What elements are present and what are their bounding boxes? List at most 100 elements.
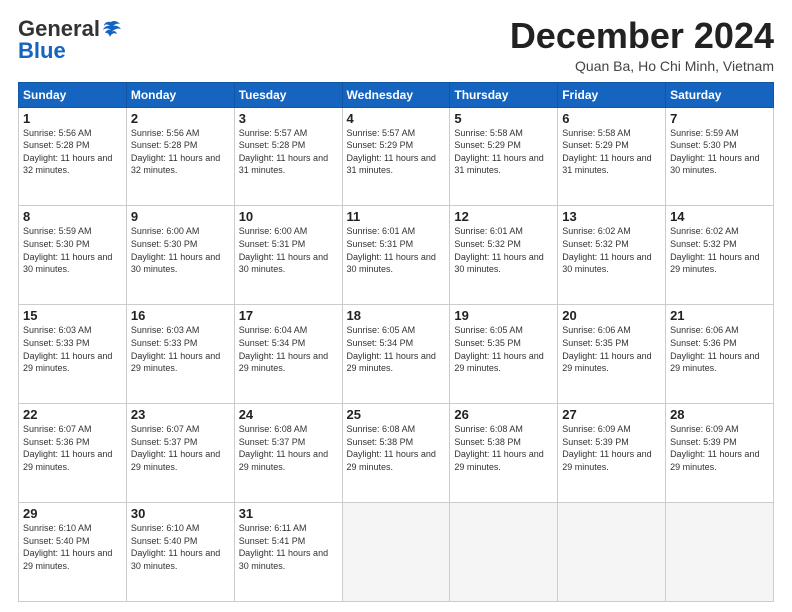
calendar-week-row: 15 Sunrise: 6:03 AM Sunset: 5:33 PM Dayl…	[19, 305, 774, 404]
day-number: 22	[23, 407, 122, 422]
calendar-day: 28 Sunrise: 6:09 AM Sunset: 5:39 PM Dayl…	[666, 404, 774, 503]
day-info: Sunrise: 5:56 AM Sunset: 5:28 PM Dayligh…	[23, 127, 122, 177]
day-number: 12	[454, 209, 553, 224]
calendar-day: 10 Sunrise: 6:00 AM Sunset: 5:31 PM Dayl…	[234, 206, 342, 305]
day-number: 27	[562, 407, 661, 422]
day-number: 19	[454, 308, 553, 323]
calendar-day: 30 Sunrise: 6:10 AM Sunset: 5:40 PM Dayl…	[126, 503, 234, 602]
title-section: December 2024 Quan Ba, Ho Chi Minh, Viet…	[510, 16, 774, 74]
header-friday: Friday	[558, 82, 666, 107]
day-info: Sunrise: 6:05 AM Sunset: 5:35 PM Dayligh…	[454, 324, 553, 374]
calendar-day: 24 Sunrise: 6:08 AM Sunset: 5:37 PM Dayl…	[234, 404, 342, 503]
calendar-week-row: 29 Sunrise: 6:10 AM Sunset: 5:40 PM Dayl…	[19, 503, 774, 602]
day-info: Sunrise: 6:06 AM Sunset: 5:36 PM Dayligh…	[670, 324, 769, 374]
calendar-day: 27 Sunrise: 6:09 AM Sunset: 5:39 PM Dayl…	[558, 404, 666, 503]
calendar-day: 29 Sunrise: 6:10 AM Sunset: 5:40 PM Dayl…	[19, 503, 127, 602]
calendar-day: 21 Sunrise: 6:06 AM Sunset: 5:36 PM Dayl…	[666, 305, 774, 404]
day-number: 1	[23, 111, 122, 126]
day-number: 31	[239, 506, 338, 521]
calendar-day: 2 Sunrise: 5:56 AM Sunset: 5:28 PM Dayli…	[126, 107, 234, 206]
day-number: 29	[23, 506, 122, 521]
day-info: Sunrise: 6:01 AM Sunset: 5:31 PM Dayligh…	[347, 225, 446, 275]
day-number: 8	[23, 209, 122, 224]
calendar-day: 15 Sunrise: 6:03 AM Sunset: 5:33 PM Dayl…	[19, 305, 127, 404]
day-number: 10	[239, 209, 338, 224]
calendar-day: 26 Sunrise: 6:08 AM Sunset: 5:38 PM Dayl…	[450, 404, 558, 503]
calendar-day: 8 Sunrise: 5:59 AM Sunset: 5:30 PM Dayli…	[19, 206, 127, 305]
page: General Blue December 2024 Quan Ba, Ho C…	[0, 0, 792, 612]
header-sunday: Sunday	[19, 82, 127, 107]
calendar-day: 9 Sunrise: 6:00 AM Sunset: 5:30 PM Dayli…	[126, 206, 234, 305]
day-info: Sunrise: 6:02 AM Sunset: 5:32 PM Dayligh…	[562, 225, 661, 275]
day-number: 6	[562, 111, 661, 126]
day-number: 16	[131, 308, 230, 323]
logo-bird-icon	[100, 20, 122, 38]
calendar-day: 6 Sunrise: 5:58 AM Sunset: 5:29 PM Dayli…	[558, 107, 666, 206]
calendar-day: 5 Sunrise: 5:58 AM Sunset: 5:29 PM Dayli…	[450, 107, 558, 206]
day-info: Sunrise: 6:08 AM Sunset: 5:37 PM Dayligh…	[239, 423, 338, 473]
calendar-day: 22 Sunrise: 6:07 AM Sunset: 5:36 PM Dayl…	[19, 404, 127, 503]
calendar-day: 20 Sunrise: 6:06 AM Sunset: 5:35 PM Dayl…	[558, 305, 666, 404]
header-tuesday: Tuesday	[234, 82, 342, 107]
day-number: 30	[131, 506, 230, 521]
day-number: 11	[347, 209, 446, 224]
day-info: Sunrise: 6:04 AM Sunset: 5:34 PM Dayligh…	[239, 324, 338, 374]
day-info: Sunrise: 5:56 AM Sunset: 5:28 PM Dayligh…	[131, 127, 230, 177]
day-number: 2	[131, 111, 230, 126]
day-number: 3	[239, 111, 338, 126]
day-info: Sunrise: 6:09 AM Sunset: 5:39 PM Dayligh…	[670, 423, 769, 473]
calendar-day	[558, 503, 666, 602]
day-number: 17	[239, 308, 338, 323]
header: General Blue December 2024 Quan Ba, Ho C…	[18, 16, 774, 74]
calendar-day: 18 Sunrise: 6:05 AM Sunset: 5:34 PM Dayl…	[342, 305, 450, 404]
day-number: 18	[347, 308, 446, 323]
day-info: Sunrise: 6:05 AM Sunset: 5:34 PM Dayligh…	[347, 324, 446, 374]
day-number: 14	[670, 209, 769, 224]
day-number: 23	[131, 407, 230, 422]
day-info: Sunrise: 5:57 AM Sunset: 5:29 PM Dayligh…	[347, 127, 446, 177]
calendar-day: 13 Sunrise: 6:02 AM Sunset: 5:32 PM Dayl…	[558, 206, 666, 305]
day-number: 5	[454, 111, 553, 126]
day-info: Sunrise: 5:59 AM Sunset: 5:30 PM Dayligh…	[23, 225, 122, 275]
calendar-day: 3 Sunrise: 5:57 AM Sunset: 5:28 PM Dayli…	[234, 107, 342, 206]
calendar-day: 11 Sunrise: 6:01 AM Sunset: 5:31 PM Dayl…	[342, 206, 450, 305]
calendar-day: 12 Sunrise: 6:01 AM Sunset: 5:32 PM Dayl…	[450, 206, 558, 305]
day-number: 4	[347, 111, 446, 126]
day-number: 21	[670, 308, 769, 323]
day-info: Sunrise: 5:58 AM Sunset: 5:29 PM Dayligh…	[562, 127, 661, 177]
day-info: Sunrise: 6:10 AM Sunset: 5:40 PM Dayligh…	[23, 522, 122, 572]
day-info: Sunrise: 6:07 AM Sunset: 5:36 PM Dayligh…	[23, 423, 122, 473]
calendar-header-row: Sunday Monday Tuesday Wednesday Thursday…	[19, 82, 774, 107]
calendar-day: 19 Sunrise: 6:05 AM Sunset: 5:35 PM Dayl…	[450, 305, 558, 404]
calendar-table: Sunday Monday Tuesday Wednesday Thursday…	[18, 82, 774, 602]
calendar-day: 31 Sunrise: 6:11 AM Sunset: 5:41 PM Dayl…	[234, 503, 342, 602]
day-info: Sunrise: 6:08 AM Sunset: 5:38 PM Dayligh…	[347, 423, 446, 473]
day-info: Sunrise: 5:57 AM Sunset: 5:28 PM Dayligh…	[239, 127, 338, 177]
day-number: 25	[347, 407, 446, 422]
header-saturday: Saturday	[666, 82, 774, 107]
month-title: December 2024	[510, 16, 774, 56]
subtitle: Quan Ba, Ho Chi Minh, Vietnam	[510, 58, 774, 74]
calendar-day	[666, 503, 774, 602]
logo: General Blue	[18, 16, 122, 64]
day-info: Sunrise: 6:07 AM Sunset: 5:37 PM Dayligh…	[131, 423, 230, 473]
calendar-day: 14 Sunrise: 6:02 AM Sunset: 5:32 PM Dayl…	[666, 206, 774, 305]
calendar-day: 17 Sunrise: 6:04 AM Sunset: 5:34 PM Dayl…	[234, 305, 342, 404]
day-number: 24	[239, 407, 338, 422]
day-info: Sunrise: 6:00 AM Sunset: 5:31 PM Dayligh…	[239, 225, 338, 275]
calendar-week-row: 8 Sunrise: 5:59 AM Sunset: 5:30 PM Dayli…	[19, 206, 774, 305]
header-thursday: Thursday	[450, 82, 558, 107]
day-info: Sunrise: 6:03 AM Sunset: 5:33 PM Dayligh…	[23, 324, 122, 374]
header-wednesday: Wednesday	[342, 82, 450, 107]
calendar-week-row: 22 Sunrise: 6:07 AM Sunset: 5:36 PM Dayl…	[19, 404, 774, 503]
calendar-day: 4 Sunrise: 5:57 AM Sunset: 5:29 PM Dayli…	[342, 107, 450, 206]
day-info: Sunrise: 5:58 AM Sunset: 5:29 PM Dayligh…	[454, 127, 553, 177]
day-number: 28	[670, 407, 769, 422]
day-info: Sunrise: 6:06 AM Sunset: 5:35 PM Dayligh…	[562, 324, 661, 374]
day-info: Sunrise: 6:00 AM Sunset: 5:30 PM Dayligh…	[131, 225, 230, 275]
logo-blue: Blue	[18, 38, 66, 64]
calendar-week-row: 1 Sunrise: 5:56 AM Sunset: 5:28 PM Dayli…	[19, 107, 774, 206]
day-number: 20	[562, 308, 661, 323]
day-number: 9	[131, 209, 230, 224]
day-info: Sunrise: 6:03 AM Sunset: 5:33 PM Dayligh…	[131, 324, 230, 374]
